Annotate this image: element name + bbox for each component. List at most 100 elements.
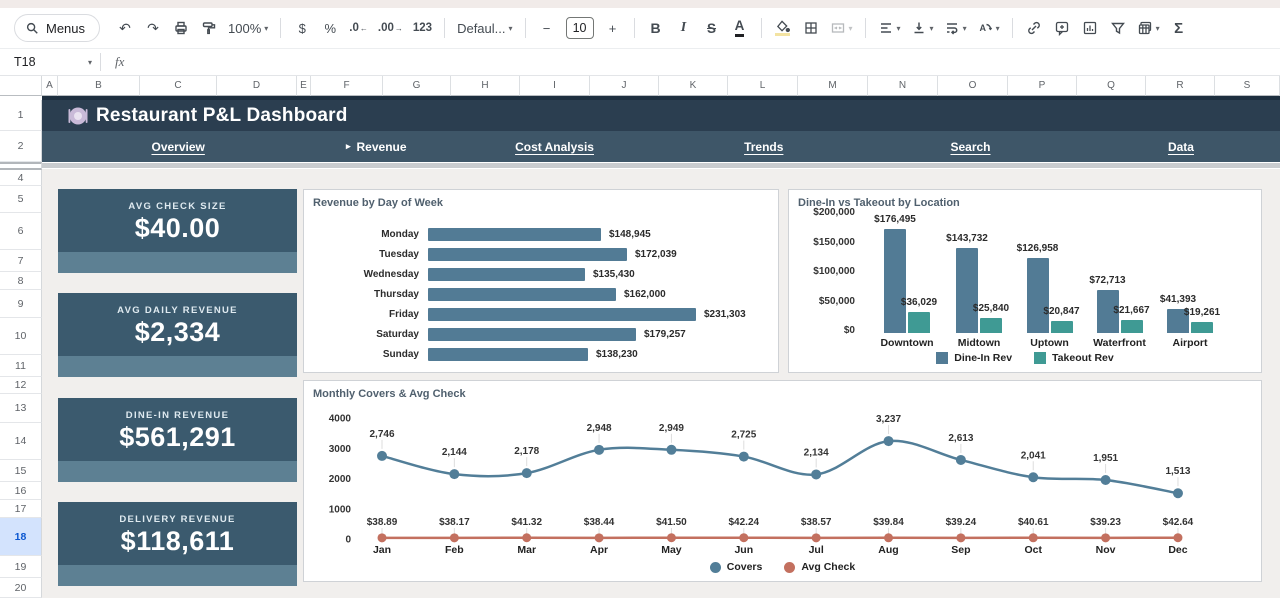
row-header-4[interactable]: 4	[0, 170, 42, 186]
hidden-row-3-marker[interactable]	[0, 162, 42, 170]
format-currency-button[interactable]: $	[289, 15, 315, 41]
column-header-K[interactable]: K	[659, 76, 728, 96]
column-header-M[interactable]: M	[798, 76, 868, 96]
row-header-11[interactable]: 11	[0, 355, 42, 377]
row-header-7[interactable]: 7	[0, 250, 42, 272]
row-header-14[interactable]: 14	[0, 423, 42, 460]
format-percent-button[interactable]: %	[317, 15, 343, 41]
functions-button[interactable]: Σ	[1166, 15, 1192, 41]
column-header-G[interactable]: G	[383, 76, 451, 96]
column-header-I[interactable]: I	[520, 76, 590, 96]
insert-link-button[interactable]	[1021, 15, 1047, 41]
kpi-card-avg-check[interactable]: AVG CHECK SIZE $40.00	[58, 189, 297, 273]
font-size-decrease-button[interactable]: −	[534, 15, 560, 41]
chart-monthly-covers-avg-check[interactable]: Monthly Covers & Avg Check 4000300020001…	[303, 380, 1262, 582]
kpi-card-delivery-revenue[interactable]: DELIVERY REVENUE $118,611	[58, 502, 297, 586]
text-wrap-button[interactable]: ▾	[940, 15, 971, 41]
column-header-C[interactable]: C	[140, 76, 217, 96]
column-header-P[interactable]: P	[1008, 76, 1077, 96]
column-bar-dine-in-rev	[1027, 258, 1049, 333]
font-select[interactable]: Defaul...▾	[453, 15, 516, 41]
chart-revenue-by-day[interactable]: Revenue by Day of Week Monday$148,945Tue…	[303, 189, 779, 373]
nav-tab-data[interactable]: Data	[1168, 131, 1194, 162]
row-header-10[interactable]: 10	[0, 318, 42, 355]
font-size-input[interactable]: 10	[566, 17, 594, 39]
bar	[428, 248, 627, 261]
redo-button[interactable]: ↷	[140, 15, 166, 41]
column-header-A[interactable]: A	[42, 76, 58, 96]
covers-value-label: 2,178	[514, 446, 539, 457]
row-header-2[interactable]: 2	[0, 131, 42, 162]
text-rotation-button[interactable]: A ▾	[973, 15, 1004, 41]
fill-color-button[interactable]	[770, 15, 796, 41]
bar-category-label: Thursday	[304, 289, 419, 300]
kpi-card-avg-daily-revenue[interactable]: AVG DAILY REVENUE $2,334	[58, 293, 297, 377]
covers-value-label: 2,725	[731, 430, 756, 441]
row-header-19[interactable]: 19	[0, 556, 42, 578]
strikethrough-button[interactable]: S	[699, 15, 725, 41]
column-header-Q[interactable]: Q	[1077, 76, 1146, 96]
decrease-decimal-button[interactable]: .0←	[345, 15, 372, 41]
column-header-S[interactable]: S	[1215, 76, 1280, 96]
chevron-down-icon: ▾	[264, 24, 268, 33]
nav-tab-search[interactable]: Search	[950, 131, 990, 162]
number-format-button[interactable]: 123	[409, 15, 436, 41]
bold-button[interactable]: B	[643, 15, 669, 41]
kpi-value: $561,291	[58, 422, 297, 453]
x-axis-label: Mar	[517, 544, 536, 556]
column-header-E[interactable]: E	[297, 76, 311, 96]
column-bar-dine-in-rev	[884, 229, 906, 333]
kpi-card-dine-in-revenue[interactable]: DINE-IN REVENUE $561,291	[58, 398, 297, 482]
undo-button[interactable]: ↶	[112, 15, 138, 41]
chart-dinein-vs-takeout[interactable]: Dine-In vs Takeout by Location $200,000$…	[788, 189, 1262, 373]
borders-button[interactable]	[798, 15, 824, 41]
nav-tab-cost-analysis[interactable]: Cost Analysis	[515, 131, 594, 162]
horizontal-align-button[interactable]: ▾	[874, 15, 905, 41]
table-views-button[interactable]: ▾	[1133, 15, 1164, 41]
insert-chart-button[interactable]	[1077, 15, 1103, 41]
row-header-13[interactable]: 13	[0, 394, 42, 423]
italic-button[interactable]: I	[671, 15, 697, 41]
row-header-1[interactable]: 1	[0, 100, 42, 131]
zoom-select[interactable]: 100%▾	[224, 15, 272, 41]
column-header-D[interactable]: D	[217, 76, 297, 96]
covers-point	[666, 445, 676, 455]
row-header-15[interactable]: 15	[0, 460, 42, 482]
nav-tab-overview[interactable]: Overview	[151, 131, 204, 162]
row-header-6[interactable]: 6	[0, 213, 42, 250]
row-header-20[interactable]: 20	[0, 578, 42, 598]
nav-tab-revenue[interactable]: ▸Revenue	[346, 131, 407, 162]
column-header-F[interactable]: F	[311, 76, 383, 96]
comment-add-icon	[1054, 20, 1070, 36]
vertical-align-button[interactable]: ▾	[907, 15, 938, 41]
x-axis-label: Jan	[373, 544, 391, 556]
row-header-16[interactable]: 16	[0, 482, 42, 500]
row-header-17[interactable]: 17	[0, 500, 42, 518]
row-header-8[interactable]: 8	[0, 272, 42, 290]
row-header-5[interactable]: 5	[0, 186, 42, 213]
column-header-O[interactable]: O	[938, 76, 1008, 96]
row-header-18[interactable]: 18	[0, 518, 42, 556]
bar-row-tuesday: Tuesday$172,039	[304, 246, 778, 266]
column-header-H[interactable]: H	[451, 76, 520, 96]
kpi-card-strip	[58, 356, 297, 377]
increase-decimal-button[interactable]: .00→	[374, 15, 407, 41]
bar-row-thursday: Thursday$162,000	[304, 286, 778, 306]
text-color-button[interactable]: A	[727, 15, 753, 41]
merge-cells-button[interactable]: ▾	[826, 15, 857, 41]
column-header-L[interactable]: L	[728, 76, 798, 96]
column-header-J[interactable]: J	[590, 76, 659, 96]
avg-check-value-label: $42.64	[1163, 517, 1194, 528]
paint-format-button[interactable]	[196, 15, 222, 41]
insert-comment-button[interactable]	[1049, 15, 1075, 41]
filter-icon	[1110, 20, 1126, 36]
row-header-9[interactable]: 9	[0, 290, 42, 318]
column-header-B[interactable]: B	[58, 76, 140, 96]
font-size-increase-button[interactable]: +	[600, 15, 626, 41]
row-header-12[interactable]: 12	[0, 377, 42, 394]
print-button[interactable]	[168, 15, 194, 41]
column-header-N[interactable]: N	[868, 76, 938, 96]
nav-tab-trends[interactable]: Trends	[744, 131, 783, 162]
create-filter-button[interactable]	[1105, 15, 1131, 41]
column-header-R[interactable]: R	[1146, 76, 1215, 96]
